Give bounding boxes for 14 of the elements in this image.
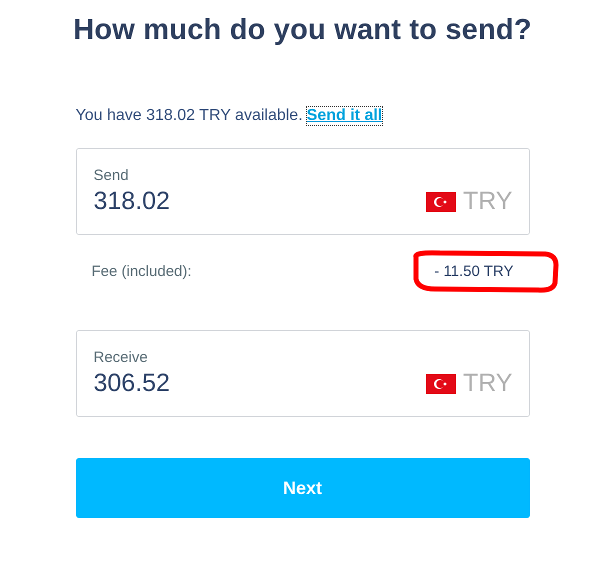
fee-amount: - 11.50 TRY xyxy=(434,262,514,280)
balance-text: You have 318.02 TRY available. xyxy=(76,107,303,125)
currency-code[interactable]: TRY xyxy=(462,369,512,398)
next-button[interactable]: Next xyxy=(76,458,530,518)
turkey-flag-icon xyxy=(426,192,456,212)
amount-input[interactable]: 306.52 xyxy=(94,369,294,398)
field-label: Send xyxy=(94,167,129,184)
send-all-link[interactable]: Send it all xyxy=(306,107,382,125)
field-label: Receive xyxy=(94,349,148,366)
fee-label: Fee (included): xyxy=(92,262,192,280)
page-title: How much do you want to send? xyxy=(73,14,532,47)
amount-input[interactable]: 318.02 xyxy=(94,187,294,216)
turkey-flag-icon xyxy=(426,374,456,394)
currency-code[interactable]: TRY xyxy=(462,187,512,216)
